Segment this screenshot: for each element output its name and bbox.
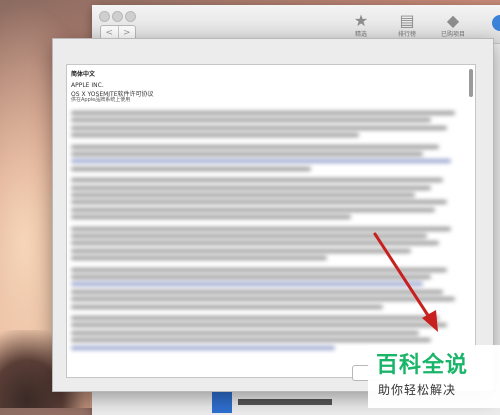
blurred-text-line (71, 241, 439, 246)
blurred-text-line (71, 297, 455, 302)
license-subtitle: 供在Apple品牌系统上使用 (71, 97, 131, 103)
blurred-text-line (71, 200, 447, 205)
close-window-button[interactable] (99, 11, 110, 22)
blurred-text-line (71, 304, 383, 309)
minimize-window-button[interactable] (112, 11, 123, 22)
zoom-window-button[interactable] (125, 11, 136, 22)
watermark: 百科全说 助你轻松解决 (368, 345, 500, 408)
blurred-text-line (71, 152, 423, 156)
license-text-view[interactable]: 简体中文 APPLE INC. OS X YOSEMITE软件许可协议 供在Ap… (66, 64, 476, 378)
license-language: 简体中文 (71, 71, 96, 78)
blurred-text-line (71, 267, 447, 272)
blurred-text-line (71, 256, 327, 261)
license-agreement-sheet: 简体中文 APPLE INC. OS X YOSEMITE软件许可协议 供在Ap… (52, 38, 494, 392)
blurred-text-line (71, 133, 359, 138)
blurred-text-line (71, 289, 443, 294)
license-scrollbar[interactable] (469, 69, 473, 97)
app-title-line (238, 399, 332, 405)
license-body-blurred (67, 107, 467, 377)
blurred-text-line (71, 178, 443, 183)
license-company: APPLE INC. (71, 82, 104, 89)
blurred-text-line (71, 338, 431, 343)
star-icon: ★ (353, 11, 369, 30)
list-icon: ▤ (399, 11, 415, 30)
toolbar-top-charts[interactable]: ▤ 排行榜 (382, 11, 432, 39)
blurred-text-line (71, 193, 415, 197)
blurred-text-line (71, 282, 423, 287)
blurred-text-line (71, 226, 451, 231)
toolbar-purchased[interactable]: ◆ 已购项目 (428, 11, 478, 39)
app-store-bottom-strip (212, 391, 332, 413)
watermark-subtitle: 助你轻松解决 (378, 383, 457, 397)
blurred-text-line (71, 275, 431, 279)
blurred-text-line (71, 185, 431, 190)
blurred-text-line (71, 166, 311, 171)
blurred-text-line (71, 323, 447, 328)
toolbar-featured[interactable]: ★ 精选 (336, 11, 386, 39)
blurred-text-line (71, 159, 451, 164)
blurred-text-line (71, 118, 431, 123)
blurred-text-line (71, 345, 335, 350)
blurred-text-line (71, 330, 419, 335)
blurred-text-line (71, 234, 427, 238)
blurred-text-line (71, 248, 411, 253)
blurred-text-line (71, 144, 439, 149)
blurred-text-line (71, 125, 447, 130)
blurred-text-line (71, 111, 455, 115)
blurred-text-line (71, 207, 435, 212)
tag-icon: ◆ (446, 11, 460, 30)
blurred-text-line (71, 215, 351, 220)
updates-icon[interactable] (492, 15, 500, 31)
app-thumbnail[interactable] (212, 391, 232, 413)
blurred-text-line (71, 316, 439, 320)
watermark-title: 百科全说 (376, 353, 469, 378)
